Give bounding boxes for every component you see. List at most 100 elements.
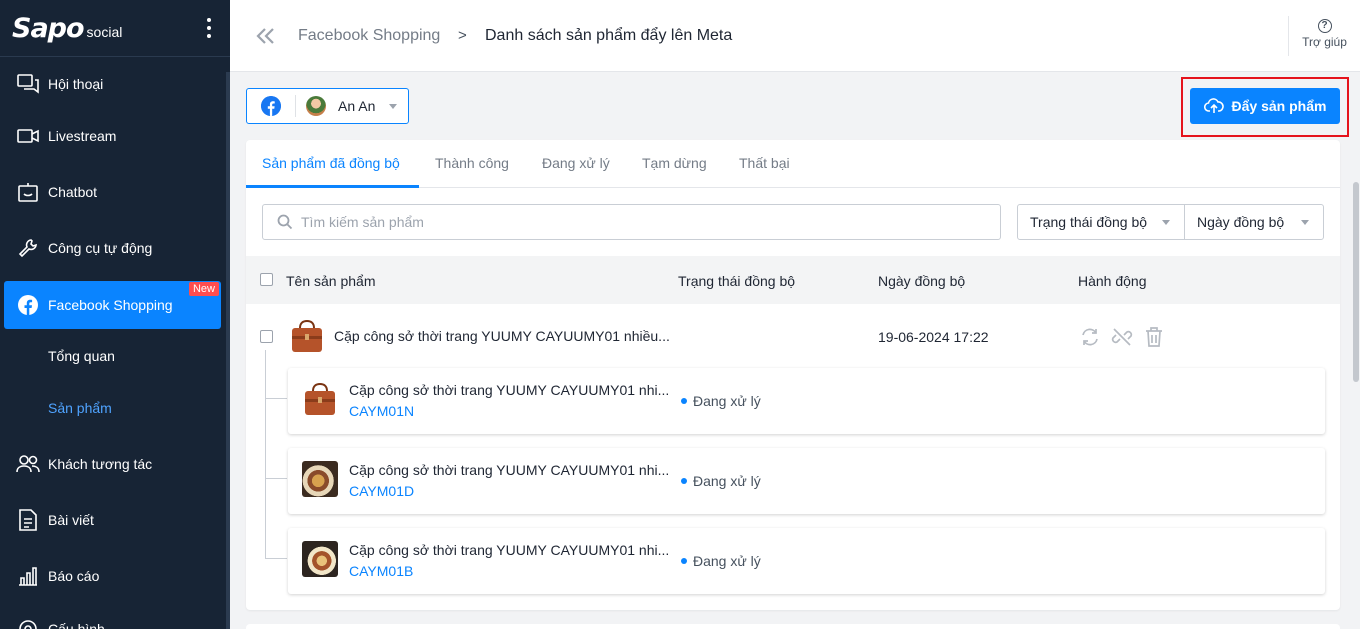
sidebar-item-label: Khách tương tác	[48, 456, 153, 472]
sidebar-scrollbar[interactable]	[226, 72, 230, 629]
caret-down-icon	[389, 103, 398, 109]
sidebar-item-settings[interactable]: Cấu hình	[4, 605, 221, 629]
search-placeholder: Tìm kiếm sản phẩm	[301, 214, 424, 230]
column-header-actions: Hành động	[1078, 273, 1147, 289]
product-thumbnail	[289, 318, 325, 354]
column-header-name: Tên sản phẩm	[286, 273, 376, 289]
sidebar-item-livestream[interactable]: Livestream	[4, 112, 221, 160]
page-title: Danh sách sản phẩm đẩy lên Meta	[485, 27, 733, 44]
sidebar-item-label: Chatbot	[48, 184, 98, 200]
variant-status-label: Đang xử lý	[693, 393, 761, 409]
variant-sku[interactable]: CAYM01N	[349, 403, 414, 419]
sidebar-item-label: Bài viết	[48, 512, 94, 528]
variant-status: Đang xử lý	[681, 473, 761, 489]
sync-date-filter[interactable]: Ngày đồng bộ	[1184, 204, 1324, 240]
trash-icon[interactable]	[1143, 326, 1165, 348]
sync-date-filter-label: Ngày đồng bộ	[1197, 214, 1285, 230]
row-checkbox[interactable]	[260, 330, 273, 343]
question-icon: ?	[1317, 19, 1332, 33]
variant-row: Cặp công sở thời trang YUUMY CAYUUMY01 n…	[288, 528, 1325, 594]
sync-icon[interactable]	[1079, 326, 1101, 348]
sidebar-item-label: Livestream	[48, 128, 117, 144]
status-dot	[681, 558, 687, 564]
products-card: Sản phẩm đã đồng bộ Thành công Đang xử l…	[246, 140, 1340, 610]
table-header: Tên sản phẩm Trạng thái đồng bộ Ngày đồn…	[246, 256, 1340, 304]
variant-row: Cặp công sở thời trang YUUMY CAYUUMY01 n…	[288, 368, 1325, 434]
tab-paused[interactable]: Tạm dừng	[642, 155, 707, 171]
divider	[295, 95, 296, 117]
sidebar-item-reports[interactable]: Báo cáo	[4, 552, 221, 600]
double-chevron-left-icon[interactable]	[254, 26, 276, 46]
variant-sku[interactable]: CAYM01D	[349, 483, 414, 499]
sidebar-item-conversations[interactable]: Hội thoại	[4, 60, 221, 108]
sidebar: Sapo social Hội thoại Livestream Chatbot…	[0, 0, 230, 629]
brand-logo: Sapo	[12, 12, 85, 44]
sidebar-item-automation[interactable]: Công cụ tự động	[4, 224, 221, 272]
sync-status-filter-label: Trạng thái đồng bộ	[1030, 214, 1148, 230]
push-products-button[interactable]: Đẩy sản phẩm	[1190, 88, 1340, 124]
tab-failed[interactable]: Thất bại	[739, 155, 790, 171]
variant-thumbnail	[302, 461, 338, 497]
sidebar-item-label: Báo cáo	[48, 568, 100, 584]
search-icon	[277, 214, 293, 230]
sidebar-item-customers[interactable]: Khách tương tác	[4, 440, 221, 488]
variant-status-label: Đang xử lý	[693, 553, 761, 569]
sidebar-item-label: Facebook Shopping	[48, 297, 173, 313]
bar-chart-icon	[16, 564, 40, 588]
select-all-checkbox[interactable]	[260, 273, 273, 286]
tabs: Sản phẩm đã đồng bộ Thành công Đang xử l…	[246, 140, 1340, 188]
brand-sub: social	[86, 24, 123, 40]
sidebar-item-chatbot[interactable]: Chatbot	[4, 168, 221, 216]
table-row: Cặp công sở thời trang YUUMY CAYUUMY01 n…	[246, 304, 1340, 368]
chat-icon	[16, 72, 40, 96]
sidebar-item-label: Công cụ tự động	[48, 240, 153, 256]
main-scrollbar[interactable]	[1352, 72, 1360, 629]
variant-status-label: Đang xử lý	[693, 473, 761, 489]
sidebar-item-label: Hội thoại	[48, 76, 104, 92]
variant-sku[interactable]: CAYM01B	[349, 563, 413, 579]
column-header-status: Trạng thái đồng bộ	[678, 273, 796, 289]
tab-success[interactable]: Thành công	[435, 155, 509, 171]
settings-icon	[16, 617, 40, 629]
variant-name: Cặp công sở thời trang YUUMY CAYUUMY01 n…	[349, 542, 670, 558]
brand: Sapo social	[0, 0, 230, 57]
column-header-date: Ngày đồng bộ	[878, 273, 966, 289]
new-badge: New	[188, 282, 219, 296]
tab-processing[interactable]: Đang xử lý	[542, 155, 610, 171]
cloud-upload-icon	[1203, 98, 1224, 113]
variant-status: Đang xử lý	[681, 553, 761, 569]
sidebar-item-facebook-shopping[interactable]: Facebook Shopping New	[4, 281, 221, 329]
facebook-icon	[16, 293, 40, 317]
help-label: Trợ giúp	[1302, 35, 1347, 49]
tree-line	[265, 350, 266, 558]
bot-icon	[16, 180, 40, 204]
account-name: An An	[338, 98, 376, 114]
video-camera-icon	[16, 124, 40, 148]
sync-status-filter[interactable]: Trạng thái đồng bộ	[1017, 204, 1185, 240]
sidebar-item-posts[interactable]: Bài viết	[4, 496, 221, 544]
tab-synced-products[interactable]: Sản phẩm đã đồng bộ	[262, 155, 400, 171]
account-selector[interactable]: An An	[246, 88, 409, 124]
next-card	[246, 624, 1340, 629]
tab-underline	[246, 185, 419, 188]
variant-row: Cặp công sở thời trang YUUMY CAYUUMY01 n…	[288, 448, 1325, 514]
caret-down-icon	[1301, 220, 1309, 225]
avatar	[306, 96, 326, 116]
sidebar-subitem-overview[interactable]: Tổng quan	[48, 348, 115, 364]
variant-thumbnail	[302, 381, 338, 417]
help-button[interactable]: ? Trợ giúp	[1288, 16, 1360, 56]
variant-name: Cặp công sở thời trang YUUMY CAYUUMY01 n…	[349, 382, 670, 398]
variant-name: Cặp công sở thời trang YUUMY CAYUUMY01 n…	[349, 462, 670, 478]
caret-down-icon	[1162, 220, 1170, 225]
wrench-icon	[16, 236, 40, 260]
search-input[interactable]: Tìm kiếm sản phẩm	[262, 204, 1001, 240]
more-vertical-icon[interactable]	[206, 18, 212, 38]
variant-thumbnail	[302, 541, 338, 577]
document-icon	[16, 508, 40, 532]
tree-branch	[265, 478, 287, 479]
unlink-icon[interactable]	[1111, 326, 1133, 348]
push-products-label: Đẩy sản phẩm	[1231, 98, 1327, 114]
users-icon	[16, 452, 40, 476]
sidebar-subitem-products[interactable]: Sản phẩm	[48, 400, 112, 416]
breadcrumb-parent[interactable]: Facebook Shopping	[298, 27, 440, 45]
